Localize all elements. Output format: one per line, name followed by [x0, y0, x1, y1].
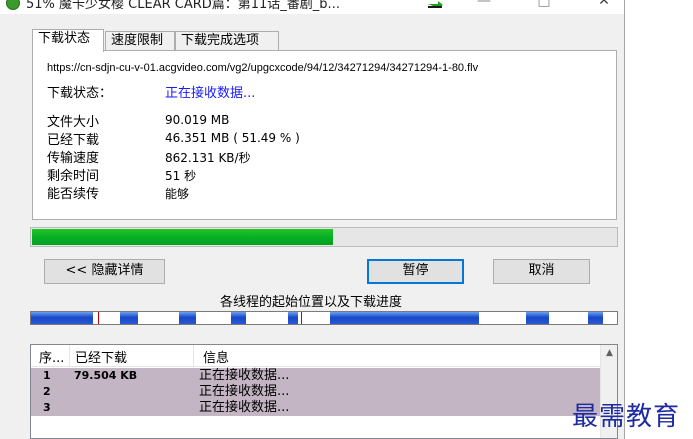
list-body: 1 79.504 KB 正在接收数据... 2 正在接收数据... 3 正在接收… [31, 368, 600, 416]
green-arrow-icon [428, 1, 443, 8]
row-index: 3 [43, 401, 51, 414]
window-title: 51% 魔卡少女樱 CLEAR CARD篇：第11话_番剧_b... [26, 0, 340, 12]
progress-fill [32, 229, 333, 245]
cancel-button[interactable]: 取消 [493, 259, 590, 284]
tab-completion-options[interactable]: 下载完成选项 [175, 31, 279, 51]
remaining-label: 剩余时间 [47, 169, 100, 184]
column-header-info[interactable]: 信息 [203, 347, 229, 366]
thread-segment [330, 312, 479, 324]
speed-value: 862.131 KB/秒 [165, 151, 251, 165]
status-label: 下载状态： [47, 86, 113, 101]
thread-start-marker [98, 312, 99, 324]
resume-value: 能够 [165, 187, 190, 201]
thread-list[interactable]: 序... 已经下载 信息 1 79.504 KB 正在接收数据... 2 正在接… [30, 344, 618, 439]
file-size-value: 90.019 MB [165, 113, 230, 127]
maximize-button[interactable]: □ [534, 0, 554, 8]
download-url: https://cn-sdjn-cu-v-01.acgvideo.com/vg2… [47, 62, 479, 74]
thread-segment [526, 312, 549, 324]
minimize-button[interactable]: — [474, 0, 494, 8]
downloaded-label: 已经下载 [47, 133, 100, 148]
close-button[interactable]: ✕ [594, 0, 614, 8]
scroll-up-arrow-icon[interactable]: ▲ [601, 345, 617, 362]
remaining-value: 51 秒 [165, 169, 197, 183]
row-info: 正在接收数据... [199, 400, 290, 415]
status-panel: https://cn-sdjn-cu-v-01.acgvideo.com/vg2… [32, 50, 617, 220]
status-value: 正在接收数据... [165, 86, 256, 101]
window-border [624, 0, 625, 439]
downloaded-value: 46.351 MB ( 51.49 % ) [165, 131, 300, 145]
list-header: 序... 已经下载 信息 [31, 345, 600, 367]
thread-segment [179, 312, 196, 324]
hide-details-button[interactable]: << 隐藏详情 [44, 259, 165, 284]
thread-segment [288, 312, 298, 324]
app-icon [6, 0, 20, 10]
thread-start-marker [301, 312, 302, 324]
row-downloaded: 79.504 KB [74, 369, 138, 382]
column-header-index[interactable]: 序... [39, 347, 64, 366]
table-row[interactable]: 3 正在接收数据... [31, 400, 600, 416]
download-progress-bar [30, 227, 618, 247]
row-index: 1 [43, 369, 51, 382]
thread-segment [120, 312, 138, 324]
speed-label: 传输速度 [47, 151, 100, 166]
table-row[interactable]: 1 79.504 KB 正在接收数据... [31, 368, 600, 384]
tab-speed-limit[interactable]: 速度限制 [105, 31, 175, 51]
file-size-label: 文件大小 [47, 115, 100, 130]
column-header-downloaded[interactable]: 已经下载 [75, 347, 127, 366]
threads-progress-bar [30, 311, 618, 325]
table-row[interactable]: 2 正在接收数据... [31, 384, 600, 400]
resume-label: 能否续传 [47, 187, 100, 202]
column-divider[interactable] [193, 345, 194, 367]
threads-caption: 各线程的起始位置以及下载进度 [220, 295, 403, 310]
thread-segment [31, 312, 93, 324]
thread-segment [231, 312, 246, 324]
row-info: 正在接收数据... [199, 384, 290, 399]
thread-segment [588, 312, 603, 324]
watermark-logo: 最需教育 [572, 402, 681, 432]
pause-button[interactable]: 暂停 [367, 259, 464, 284]
title-bar[interactable]: 51% 魔卡少女樱 CLEAR CARD篇：第11话_番剧_b... — □ ✕ [0, 0, 625, 14]
column-divider[interactable] [69, 345, 70, 367]
tab-download-status[interactable]: 下载状态 [32, 29, 104, 52]
row-index: 2 [43, 385, 51, 398]
row-info: 正在接收数据... [199, 368, 290, 383]
